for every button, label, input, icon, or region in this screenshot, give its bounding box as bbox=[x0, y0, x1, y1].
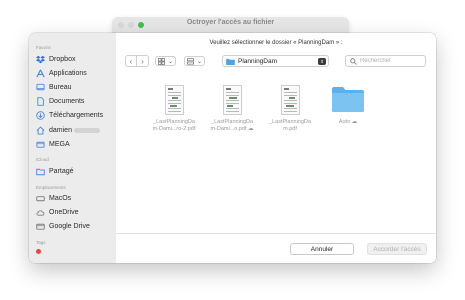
drive-icon bbox=[36, 222, 45, 231]
file-item[interactable]: _LastPlanningDa m-Dami...ro-2.pdf bbox=[146, 85, 202, 133]
folder-icon bbox=[331, 85, 365, 113]
grid-icon bbox=[158, 57, 165, 65]
cloud-icon bbox=[36, 208, 45, 217]
dialog-prompt: Veuillez sélectionner le dossier « Plann… bbox=[209, 40, 343, 46]
icon-view-button[interactable]: ⌄ bbox=[155, 56, 176, 66]
sidebar-item-label: Documents bbox=[49, 98, 85, 106]
file-picker-dialog: Favoris Dropbox Applications Bureau Docu… bbox=[29, 33, 436, 263]
sidebar-section-tags: Tags bbox=[36, 240, 46, 246]
sidebar-item-label: damien bbox=[49, 126, 72, 134]
sidebar-item-downloads[interactable]: Téléchargements bbox=[29, 109, 116, 123]
sidebar-item-label: Dropbox bbox=[49, 55, 76, 63]
toolbar: ‹ › ⌄ ⌄ PlanningDam ⇕ bbox=[116, 54, 436, 68]
file-name: _LastPlanningDa m-Dami...o.pdf ☁ bbox=[210, 119, 254, 132]
applications-icon bbox=[36, 69, 45, 78]
navigation-buttons: ‹ › bbox=[125, 55, 149, 67]
download-icon bbox=[36, 111, 45, 121]
file-item[interactable]: _LastPlanningDa m.pdf bbox=[262, 85, 318, 133]
background-window: Octroyer l'accès au fichier bbox=[112, 17, 349, 33]
sidebar-item-label: Téléchargements bbox=[49, 112, 104, 120]
search-icon bbox=[350, 57, 357, 65]
sidebar-item-label: Google Drive bbox=[49, 223, 90, 231]
pdf-thumbnail-icon bbox=[222, 85, 242, 115]
sidebar-item-shared[interactable]: Partagé bbox=[29, 164, 116, 178]
document-icon bbox=[36, 97, 45, 106]
file-item[interactable]: _LastPlanningDa m-Dami...o.pdf ☁ bbox=[204, 85, 260, 133]
location-label: PlanningDam bbox=[238, 57, 278, 65]
folder-item[interactable]: Auto ☁ bbox=[320, 85, 376, 126]
group-icon bbox=[187, 57, 194, 64]
file-grid: _LastPlanningDa m-Dami...ro-2.pdf _LastP… bbox=[116, 85, 436, 155]
dropbox-icon bbox=[36, 55, 45, 64]
search-input[interactable] bbox=[360, 58, 420, 64]
search-field[interactable] bbox=[345, 55, 426, 67]
redacted-username bbox=[73, 127, 100, 133]
sidebar-item-documents[interactable]: Documents bbox=[29, 95, 116, 109]
sidebar-section-icloud: iCloud bbox=[36, 157, 49, 163]
sidebar-item-google-drive[interactable]: Google Drive bbox=[29, 220, 116, 234]
forward-button[interactable]: › bbox=[137, 55, 149, 67]
sidebar-item-dropbox[interactable]: Dropbox bbox=[29, 52, 116, 66]
cancel-button[interactable]: Annuler bbox=[290, 243, 354, 255]
sidebar-item-label: OneDrive bbox=[49, 209, 79, 217]
file-name: Auto ☁ bbox=[338, 119, 358, 125]
grant-access-button[interactable]: Accorder l'accès bbox=[367, 243, 427, 255]
sidebar-item-home[interactable]: damien bbox=[29, 123, 116, 137]
dialog-footer: Annuler Accorder l'accès bbox=[116, 233, 436, 263]
shared-folder-icon bbox=[36, 167, 45, 176]
sidebar-item-desktop[interactable]: Bureau bbox=[29, 80, 116, 94]
sidebar-item-applications[interactable]: Applications bbox=[29, 66, 116, 80]
sidebar-item-mega[interactable]: MEGA bbox=[29, 137, 116, 151]
file-name: _LastPlanningDa m-Dami...ro-2.pdf bbox=[152, 119, 196, 132]
tag-red[interactable] bbox=[36, 249, 41, 255]
pdf-thumbnail-icon bbox=[280, 85, 300, 115]
chevron-down-icon: ⌄ bbox=[167, 58, 174, 65]
group-view-button[interactable]: ⌄ bbox=[184, 56, 205, 66]
location-popup[interactable]: PlanningDam ⇕ bbox=[222, 55, 329, 67]
sidebar-item-onedrive[interactable]: OneDrive bbox=[29, 206, 116, 220]
sidebar-item-label: Bureau bbox=[49, 83, 72, 91]
chevron-down-icon: ⌄ bbox=[196, 58, 203, 65]
chevron-updown-icon: ⇕ bbox=[318, 58, 326, 65]
sidebar-item-label: Partagé bbox=[49, 167, 74, 175]
sidebar-item-macos[interactable]: MacOs bbox=[29, 192, 116, 206]
window-title: Octroyer l'accès au fichier bbox=[186, 19, 275, 26]
sidebar-item-label: MacOs bbox=[49, 195, 72, 203]
back-button[interactable]: ‹ bbox=[125, 55, 137, 67]
sidebar-item-label: Applications bbox=[49, 69, 87, 77]
pdf-thumbnail-icon bbox=[164, 85, 184, 115]
sidebar-section-favorites: Favoris bbox=[36, 45, 51, 50]
drive-icon bbox=[36, 140, 45, 149]
chevron-left-icon: ‹ bbox=[129, 56, 133, 66]
sidebar: Favoris Dropbox Applications Bureau Docu… bbox=[29, 33, 116, 263]
folder-icon bbox=[226, 58, 235, 65]
desktop-icon bbox=[36, 83, 45, 92]
file-name: _LastPlanningDa m.pdf bbox=[269, 119, 311, 132]
sidebar-item-label: MEGA bbox=[49, 140, 70, 148]
home-icon bbox=[36, 125, 45, 135]
disk-icon bbox=[36, 194, 45, 203]
chevron-right-icon: › bbox=[141, 56, 144, 66]
sidebar-section-locations: Emplacements bbox=[36, 184, 66, 190]
file-browser: Veuillez sélectionner le dossier « Plann… bbox=[116, 33, 436, 263]
